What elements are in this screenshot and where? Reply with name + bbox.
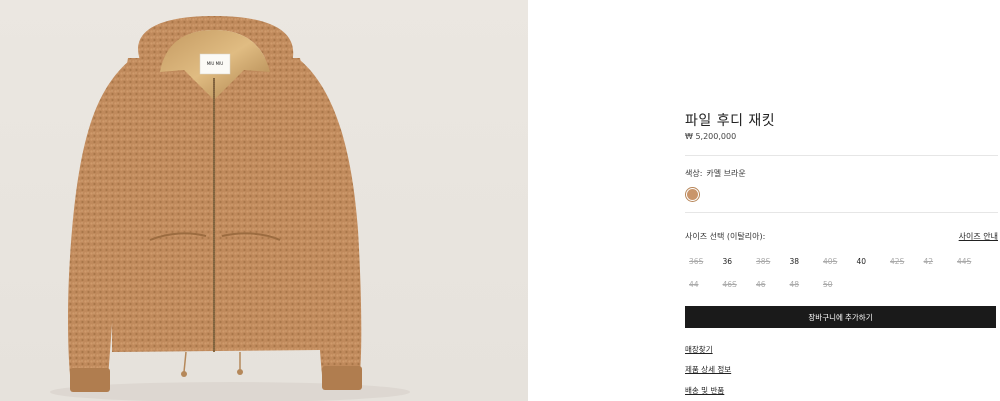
size-option-50[interactable]: 50 bbox=[823, 280, 833, 289]
color-label-key: 색상: bbox=[685, 169, 703, 178]
divider bbox=[685, 155, 998, 156]
divider bbox=[685, 212, 998, 213]
size-option-36[interactable]: 36 bbox=[723, 257, 733, 266]
size-option-46[interactable]: 46 bbox=[756, 280, 766, 289]
size-option-44[interactable]: 44 bbox=[689, 280, 699, 289]
store-locator-link[interactable]: 매장찾기 bbox=[685, 344, 713, 355]
product-price: ₩ 5,200,000 bbox=[685, 132, 737, 141]
size-option-42s[interactable]: 42S bbox=[890, 257, 904, 266]
add-to-cart-button[interactable]: 장바구니에 추가하기 bbox=[685, 306, 996, 328]
color-swatch-dot bbox=[687, 189, 698, 200]
size-guide-link[interactable]: 사이즈 안내 bbox=[959, 231, 998, 242]
size-option-44s[interactable]: 44S bbox=[957, 257, 971, 266]
product-details-link[interactable]: 제품 상세 정보 bbox=[685, 364, 731, 375]
color-label-value: 카멜 브라운 bbox=[706, 169, 746, 178]
size-option-38[interactable]: 38 bbox=[790, 257, 800, 266]
size-option-36s[interactable]: 36S bbox=[689, 257, 703, 266]
jacket-illustration: MIU MIU bbox=[50, 16, 410, 401]
color-swatch-camel[interactable] bbox=[685, 187, 700, 202]
size-option-40s[interactable]: 40S bbox=[823, 257, 837, 266]
product-title: 파일 후디 재킷 bbox=[685, 113, 776, 129]
product-image[interactable]: MIU MIU bbox=[0, 0, 528, 401]
size-option-46s[interactable]: 46S bbox=[723, 280, 737, 289]
brand-label-text: MIU MIU bbox=[207, 61, 223, 66]
size-select-label: 사이즈 선택 (이탈리아): bbox=[685, 232, 766, 241]
shipping-returns-link[interactable]: 배송 및 반품 bbox=[685, 385, 724, 396]
size-option-42[interactable]: 42 bbox=[924, 257, 934, 266]
size-option-38s[interactable]: 38S bbox=[756, 257, 770, 266]
size-option-40[interactable]: 40 bbox=[857, 257, 867, 266]
product-info-panel: 파일 후디 재킷 ₩ 5,200,000 색상: 카멜 브라운 사이즈 선택 (이… bbox=[685, 0, 998, 401]
size-option-48[interactable]: 48 bbox=[790, 280, 800, 289]
color-label: 색상: 카멜 브라운 bbox=[685, 168, 750, 179]
